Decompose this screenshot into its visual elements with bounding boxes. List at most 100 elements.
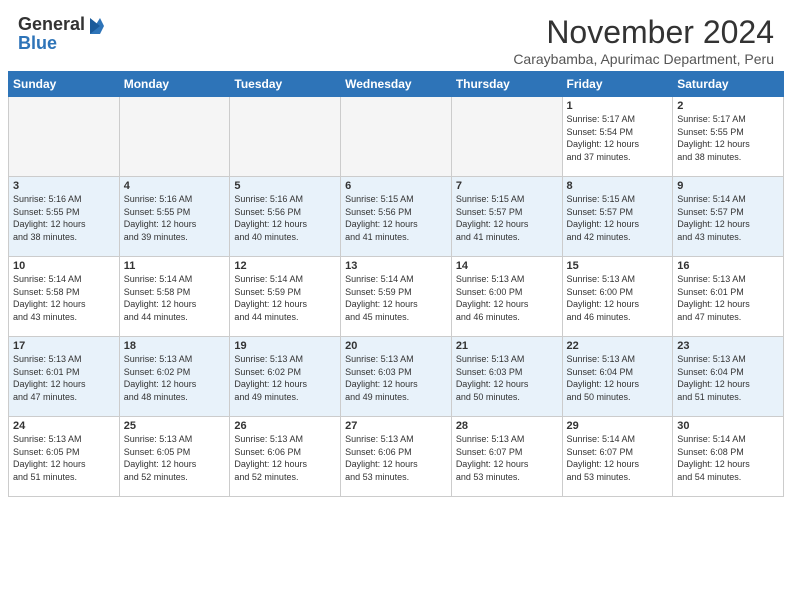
day-number: 26 [234,420,336,432]
calendar-cell-24: 24Sunrise: 5:13 AMSunset: 6:05 PMDayligh… [9,417,120,497]
day-info: Sunrise: 5:13 AMSunset: 6:00 PMDaylight:… [567,273,669,323]
calendar-week-5: 24Sunrise: 5:13 AMSunset: 6:05 PMDayligh… [9,417,784,497]
calendar-week-2: 3Sunrise: 5:16 AMSunset: 5:55 PMDaylight… [9,177,784,257]
day-number: 20 [345,340,447,352]
day-info: Sunrise: 5:13 AMSunset: 6:05 PMDaylight:… [124,433,226,483]
calendar-cell-1: 1Sunrise: 5:17 AMSunset: 5:54 PMDaylight… [562,97,673,177]
day-number: 25 [124,420,226,432]
day-number: 6 [345,180,447,192]
calendar-cell-16: 16Sunrise: 5:13 AMSunset: 6:01 PMDayligh… [673,257,784,337]
day-number: 9 [677,180,779,192]
calendar-cell-29: 29Sunrise: 5:14 AMSunset: 6:07 PMDayligh… [562,417,673,497]
day-info: Sunrise: 5:14 AMSunset: 5:57 PMDaylight:… [677,193,779,243]
calendar-table: SundayMondayTuesdayWednesdayThursdayFrid… [8,71,784,497]
day-info: Sunrise: 5:13 AMSunset: 6:04 PMDaylight:… [567,353,669,403]
day-number: 21 [456,340,558,352]
calendar-cell-empty [230,97,341,177]
day-number: 1 [567,100,669,112]
day-number: 24 [13,420,115,432]
month-title: November 2024 [513,14,774,51]
day-number: 7 [456,180,558,192]
day-number: 14 [456,260,558,272]
logo-general-text: General [18,14,85,35]
day-info: Sunrise: 5:14 AMSunset: 5:58 PMDaylight:… [124,273,226,323]
logo-blue-text: Blue [18,33,57,54]
day-info: Sunrise: 5:14 AMSunset: 5:59 PMDaylight:… [234,273,336,323]
day-number: 2 [677,100,779,112]
day-number: 30 [677,420,779,432]
calendar-cell-19: 19Sunrise: 5:13 AMSunset: 6:02 PMDayligh… [230,337,341,417]
weekday-header-row: SundayMondayTuesdayWednesdayThursdayFrid… [9,72,784,97]
day-info: Sunrise: 5:13 AMSunset: 6:07 PMDaylight:… [456,433,558,483]
day-info: Sunrise: 5:15 AMSunset: 5:56 PMDaylight:… [345,193,447,243]
calendar-cell-21: 21Sunrise: 5:13 AMSunset: 6:03 PMDayligh… [451,337,562,417]
calendar-cell-20: 20Sunrise: 5:13 AMSunset: 6:03 PMDayligh… [341,337,452,417]
calendar-cell-4: 4Sunrise: 5:16 AMSunset: 5:55 PMDaylight… [119,177,230,257]
calendar-week-1: 1Sunrise: 5:17 AMSunset: 5:54 PMDaylight… [9,97,784,177]
day-info: Sunrise: 5:17 AMSunset: 5:55 PMDaylight:… [677,113,779,163]
day-number: 13 [345,260,447,272]
day-info: Sunrise: 5:14 AMSunset: 6:08 PMDaylight:… [677,433,779,483]
day-info: Sunrise: 5:13 AMSunset: 6:04 PMDaylight:… [677,353,779,403]
day-info: Sunrise: 5:16 AMSunset: 5:56 PMDaylight:… [234,193,336,243]
day-info: Sunrise: 5:15 AMSunset: 5:57 PMDaylight:… [456,193,558,243]
day-number: 12 [234,260,336,272]
calendar-cell-3: 3Sunrise: 5:16 AMSunset: 5:55 PMDaylight… [9,177,120,257]
weekday-header-thursday: Thursday [451,72,562,97]
day-number: 15 [567,260,669,272]
logo: General Blue [18,14,105,54]
calendar-cell-empty [451,97,562,177]
day-number: 28 [456,420,558,432]
weekday-header-monday: Monday [119,72,230,97]
calendar-week-4: 17Sunrise: 5:13 AMSunset: 6:01 PMDayligh… [9,337,784,417]
calendar-cell-25: 25Sunrise: 5:13 AMSunset: 6:05 PMDayligh… [119,417,230,497]
calendar-cell-23: 23Sunrise: 5:13 AMSunset: 6:04 PMDayligh… [673,337,784,417]
day-number: 17 [13,340,115,352]
day-info: Sunrise: 5:13 AMSunset: 6:03 PMDaylight:… [345,353,447,403]
day-info: Sunrise: 5:13 AMSunset: 6:02 PMDaylight:… [124,353,226,403]
day-info: Sunrise: 5:13 AMSunset: 6:01 PMDaylight:… [677,273,779,323]
calendar-cell-11: 11Sunrise: 5:14 AMSunset: 5:58 PMDayligh… [119,257,230,337]
day-info: Sunrise: 5:13 AMSunset: 6:02 PMDaylight:… [234,353,336,403]
day-number: 3 [13,180,115,192]
day-info: Sunrise: 5:13 AMSunset: 6:01 PMDaylight:… [13,353,115,403]
day-number: 18 [124,340,226,352]
calendar-cell-14: 14Sunrise: 5:13 AMSunset: 6:00 PMDayligh… [451,257,562,337]
weekday-header-saturday: Saturday [673,72,784,97]
calendar-cell-empty [119,97,230,177]
calendar-cell-12: 12Sunrise: 5:14 AMSunset: 5:59 PMDayligh… [230,257,341,337]
calendar-cell-30: 30Sunrise: 5:14 AMSunset: 6:08 PMDayligh… [673,417,784,497]
calendar-cell-28: 28Sunrise: 5:13 AMSunset: 6:07 PMDayligh… [451,417,562,497]
page-header: General Blue November 2024 Caraybamba, A… [0,0,792,71]
calendar-cell-7: 7Sunrise: 5:15 AMSunset: 5:57 PMDaylight… [451,177,562,257]
day-info: Sunrise: 5:15 AMSunset: 5:57 PMDaylight:… [567,193,669,243]
weekday-header-friday: Friday [562,72,673,97]
calendar-cell-2: 2Sunrise: 5:17 AMSunset: 5:55 PMDaylight… [673,97,784,177]
calendar-cell-26: 26Sunrise: 5:13 AMSunset: 6:06 PMDayligh… [230,417,341,497]
calendar-cell-5: 5Sunrise: 5:16 AMSunset: 5:56 PMDaylight… [230,177,341,257]
calendar-cell-6: 6Sunrise: 5:15 AMSunset: 5:56 PMDaylight… [341,177,452,257]
day-number: 5 [234,180,336,192]
weekday-header-wednesday: Wednesday [341,72,452,97]
day-info: Sunrise: 5:17 AMSunset: 5:54 PMDaylight:… [567,113,669,163]
calendar-cell-10: 10Sunrise: 5:14 AMSunset: 5:58 PMDayligh… [9,257,120,337]
day-number: 27 [345,420,447,432]
calendar-cell-empty [341,97,452,177]
day-info: Sunrise: 5:14 AMSunset: 5:59 PMDaylight:… [345,273,447,323]
day-info: Sunrise: 5:13 AMSunset: 6:05 PMDaylight:… [13,433,115,483]
day-number: 4 [124,180,226,192]
day-number: 11 [124,260,226,272]
day-number: 16 [677,260,779,272]
calendar-cell-15: 15Sunrise: 5:13 AMSunset: 6:00 PMDayligh… [562,257,673,337]
location-title: Caraybamba, Apurimac Department, Peru [513,51,774,67]
day-info: Sunrise: 5:16 AMSunset: 5:55 PMDaylight:… [13,193,115,243]
weekday-header-sunday: Sunday [9,72,120,97]
day-number: 22 [567,340,669,352]
calendar-cell-17: 17Sunrise: 5:13 AMSunset: 6:01 PMDayligh… [9,337,120,417]
day-info: Sunrise: 5:14 AMSunset: 6:07 PMDaylight:… [567,433,669,483]
day-info: Sunrise: 5:13 AMSunset: 6:06 PMDaylight:… [345,433,447,483]
calendar-cell-13: 13Sunrise: 5:14 AMSunset: 5:59 PMDayligh… [341,257,452,337]
day-info: Sunrise: 5:14 AMSunset: 5:58 PMDaylight:… [13,273,115,323]
title-block: November 2024 Caraybamba, Apurimac Depar… [513,14,774,67]
day-number: 10 [13,260,115,272]
